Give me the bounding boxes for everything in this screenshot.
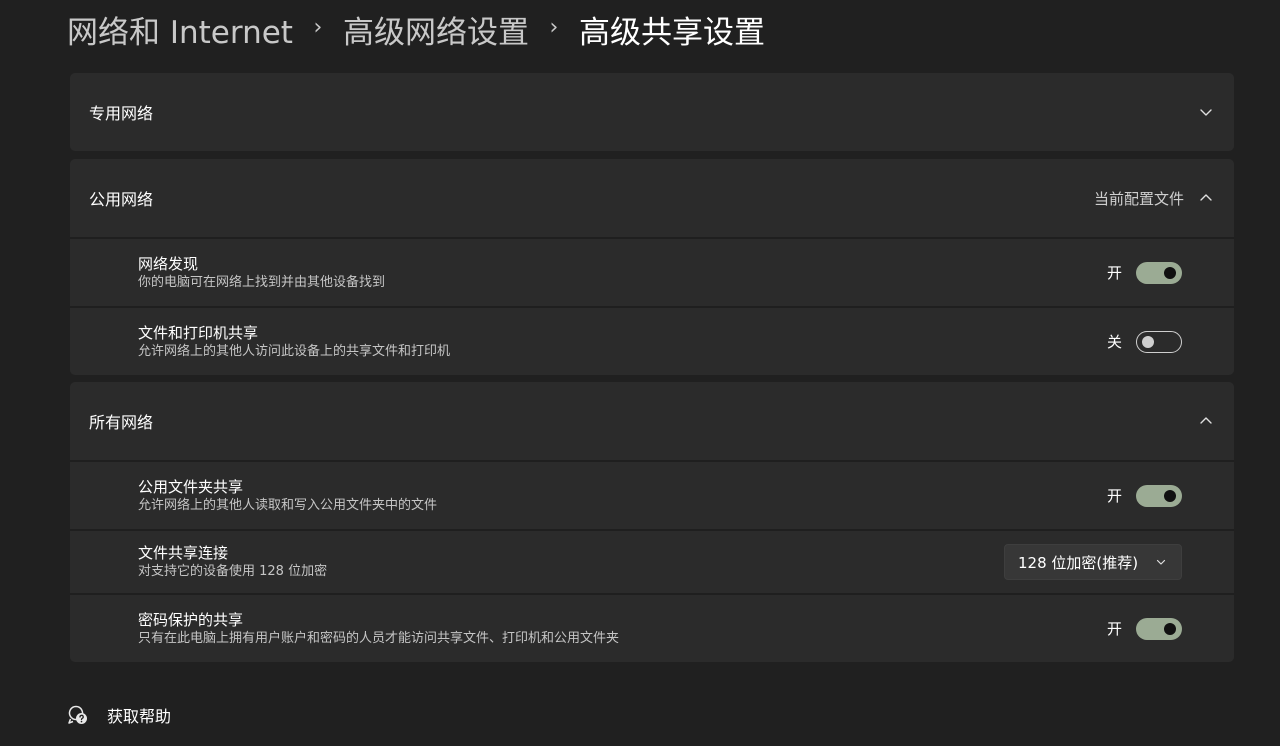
all-networks-header-controls	[1198, 382, 1214, 460]
encryption-dropdown-value: 128 位加密(推荐)	[1018, 553, 1139, 572]
get-help-link[interactable]: 获取帮助	[67, 702, 171, 728]
public-folder-sharing-description: 允许网络上的其他人读取和写入公用文件夹中的文件	[138, 497, 438, 513]
public-network-title: 公用网络	[89, 190, 154, 209]
network-discovery-toggle[interactable]	[1136, 261, 1182, 284]
all-networks-header[interactable]: 所有网络	[70, 382, 1234, 460]
private-network-header[interactable]: 专用网络	[70, 73, 1234, 151]
get-help-label: 获取帮助	[107, 707, 172, 726]
network-discovery-control: 开	[1107, 239, 1182, 306]
breadcrumb-separator-icon: ›	[549, 14, 559, 40]
chevron-up-icon[interactable]	[1198, 190, 1214, 206]
chevron-up-icon[interactable]	[1198, 413, 1214, 429]
breadcrumb-advanced-network-settings[interactable]: 高级网络设置	[343, 7, 529, 52]
toggle-state-label: 关	[1106, 333, 1122, 351]
password-protected-sharing-control: 开	[1107, 595, 1182, 662]
public-network-header-controls: 当前配置文件	[1094, 159, 1214, 237]
current-profile-label: 当前配置文件	[1093, 189, 1184, 208]
file-sharing-connections-row: 文件共享连接 对支持它的设备使用 128 位加密 128 位加密(推荐)	[70, 531, 1234, 593]
help-chat-icon	[67, 704, 89, 726]
file-printer-sharing-control: 关	[1107, 308, 1182, 375]
toggle-state-label: 开	[1106, 264, 1122, 282]
toggle-state-label: 开	[1106, 620, 1122, 638]
breadcrumb-network-internet[interactable]: 网络和 Internet	[67, 7, 293, 52]
toggle-knob	[1164, 489, 1176, 502]
password-protected-sharing-title: 密码保护的共享	[138, 610, 244, 629]
toggle-knob	[1164, 622, 1176, 635]
password-protected-sharing-toggle[interactable]	[1136, 617, 1182, 640]
page-title: 高级共享设置	[578, 14, 765, 51]
network-discovery-title: 网络发现	[138, 254, 199, 273]
private-network-title: 专用网络	[89, 104, 154, 123]
network-discovery-row: 网络发现 你的电脑可在网络上找到并由其他设备找到 开	[70, 239, 1234, 306]
file-printer-sharing-row: 文件和打印机共享 允许网络上的其他人访问此设备上的共享文件和打印机 关	[70, 308, 1234, 375]
public-network-header[interactable]: 公用网络 当前配置文件	[70, 159, 1234, 237]
file-printer-sharing-toggle[interactable]	[1136, 330, 1182, 353]
password-protected-sharing-row: 密码保护的共享 只有在此电脑上拥有用户账户和密码的人员才能访问共享文件、打印机和…	[70, 595, 1234, 662]
public-folder-sharing-toggle[interactable]	[1136, 484, 1182, 507]
file-printer-sharing-title: 文件和打印机共享	[138, 323, 259, 342]
toggle-state-label: 开	[1106, 487, 1122, 505]
chevron-down-icon[interactable]	[1198, 104, 1214, 120]
all-networks-title: 所有网络	[89, 413, 154, 432]
advanced-sharing-settings-page: 网络和 Internet › 高级网络设置 › 高级共享设置 专用网络 公用网络…	[0, 0, 1280, 746]
private-network-header-controls	[1198, 73, 1214, 151]
network-discovery-description: 你的电脑可在网络上找到并由其他设备找到	[138, 274, 386, 290]
all-networks-card: 所有网络 公用文件夹共享 允许网络上的其他人读取和写入公用文件夹中的文件 开 文…	[70, 382, 1234, 662]
public-folder-sharing-control: 开	[1107, 462, 1182, 529]
chevron-down-icon	[1155, 556, 1167, 568]
password-protected-sharing-description: 只有在此电脑上拥有用户账户和密码的人员才能访问共享文件、打印机和公用文件夹	[138, 630, 620, 646]
encryption-dropdown[interactable]: 128 位加密(推荐)	[1004, 544, 1182, 580]
file-sharing-connections-control: 128 位加密(推荐)	[1004, 531, 1182, 593]
file-printer-sharing-description: 允许网络上的其他人访问此设备上的共享文件和打印机	[138, 343, 451, 359]
public-folder-sharing-title: 公用文件夹共享	[138, 477, 244, 496]
private-network-card: 专用网络	[70, 73, 1234, 151]
breadcrumb: 网络和 Internet › 高级网络设置 › 高级共享设置	[67, 6, 765, 52]
toggle-knob	[1142, 335, 1154, 348]
public-network-card: 公用网络 当前配置文件 网络发现 你的电脑可在网络上找到并由其他设备找到 开 文…	[70, 159, 1234, 375]
toggle-knob	[1164, 266, 1176, 279]
breadcrumb-separator-icon: ›	[313, 14, 323, 40]
public-folder-sharing-row: 公用文件夹共享 允许网络上的其他人读取和写入公用文件夹中的文件 开	[70, 462, 1234, 529]
